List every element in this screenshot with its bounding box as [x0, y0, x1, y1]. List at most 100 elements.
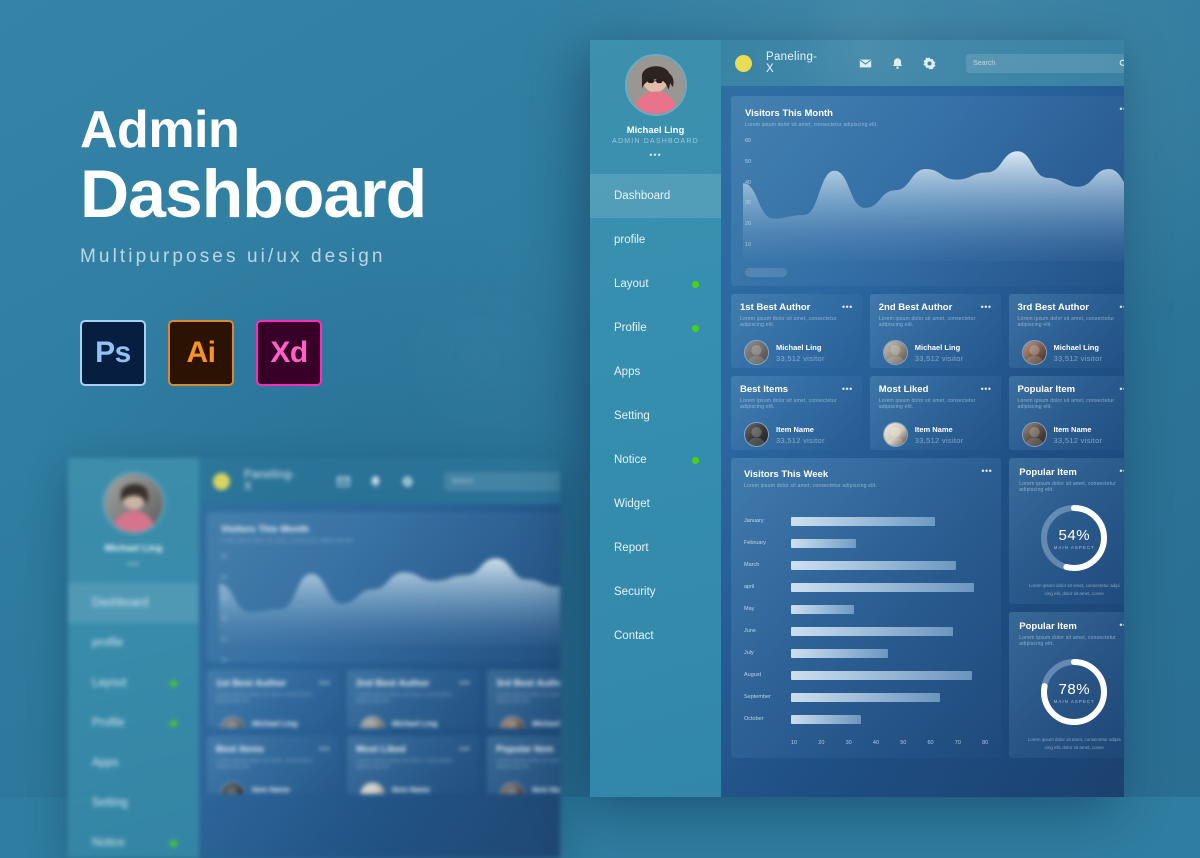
sidebar-item-dashboard[interactable]: Dashboard	[68, 583, 199, 623]
card-entity-row: Item Name33,512 visitor	[740, 422, 853, 447]
info-card[interactable]: Most Liked Lorem ipsum dolor sit amet, co…	[347, 736, 480, 794]
card-kebab-icon[interactable]: •••	[981, 302, 992, 312]
card-subtitle: Lorem ipsum dolor sit amet, consectetur …	[1017, 316, 1115, 328]
sidebar-item-label: Dashboard	[92, 597, 149, 609]
card-kebab-icon[interactable]: •••	[459, 678, 470, 688]
sidebar-item-security[interactable]: Security	[590, 570, 721, 614]
search-icon[interactable]	[1119, 59, 1124, 68]
info-card[interactable]: 3rd Best Author Lorem ipsum dolor sit ame…	[1008, 294, 1124, 368]
bar-row: August	[744, 664, 988, 686]
chart-legend-pill[interactable]	[745, 268, 787, 277]
card-title: 3rd Best Author	[496, 678, 560, 689]
mail-icon	[337, 476, 350, 486]
sidebar-item-apps[interactable]: Apps	[68, 743, 199, 783]
entity-avatar	[220, 782, 245, 794]
card-kebab-icon[interactable]: •••	[319, 678, 330, 688]
sidebar-item-dashboard[interactable]: Dashboard	[590, 174, 721, 218]
sidebar-item-setting[interactable]: Setting	[68, 783, 199, 823]
bell-icon[interactable]	[891, 57, 904, 70]
mail-icon[interactable]	[859, 57, 872, 70]
sidebar-item-label: profile	[92, 637, 124, 649]
bar-label: January	[744, 518, 764, 524]
photoshop-badge-icon: Ps	[80, 320, 146, 386]
bar-row: June	[744, 620, 988, 642]
card-subtitle: Lorem ipsum dolor sit amet, consectetur …	[740, 316, 837, 328]
card-kebab-icon[interactable]: •••	[842, 384, 853, 394]
card-subtitle: Lorem ipsum dolor sit amet, consectetur …	[356, 692, 453, 704]
visitors-month-card: Visitors This Month Lorem ipsum dolor si…	[731, 96, 1124, 286]
donut-kebab-icon[interactable]: •••	[1119, 620, 1124, 630]
bar-row: February	[744, 532, 988, 554]
sidebar-item-label: Widget	[614, 498, 650, 510]
sidebar-item-layout[interactable]: Layout	[68, 663, 199, 703]
info-card[interactable]: Popular Item Lorem ipsum dolor sit amet, …	[1008, 376, 1124, 450]
entity-name: Michael Ling	[914, 342, 961, 352]
donut-card[interactable]: Popular Item Lorem ipsum dolor sit amet, …	[1009, 612, 1124, 758]
visitors-month-kebab-icon[interactable]: •••	[1119, 104, 1124, 114]
avatar	[221, 717, 244, 728]
donut-cards: Popular Item Lorem ipsum dolor sit amet, …	[1009, 458, 1124, 758]
bg-chart-title: Visitors This Month	[221, 524, 309, 535]
entity-meta: 33,512 visitor	[914, 435, 964, 445]
card-kebab-icon[interactable]: •••	[459, 744, 470, 754]
sidebar-item-profile[interactable]: Profile	[590, 306, 721, 350]
sidebar-item-profile[interactable]: profile	[590, 218, 721, 262]
sidebar-item-widget[interactable]: Widget	[590, 482, 721, 526]
sidebar-item-setting[interactable]: Setting	[590, 394, 721, 438]
profile-options-icon[interactable]: •••	[590, 150, 721, 160]
card-entity-row: Michael Ling33,512 visitor	[496, 716, 560, 728]
info-card[interactable]: Popular Item Lorem ipsum dolor sit amet, …	[487, 736, 560, 794]
sidebar-item-contact[interactable]: Contact	[590, 614, 721, 658]
info-card[interactable]: Best Items Lorem ipsum dolor sit amet, co…	[731, 376, 862, 450]
card-subtitle: Lorem ipsum dolor sit amet, consectetur …	[496, 692, 560, 704]
bar-label: October	[744, 716, 764, 722]
bg-profile: Michael Ling •••	[68, 458, 199, 569]
profile-name: Michael Ling	[626, 125, 685, 136]
card-entity-row: Michael Ling33,512 visitor	[1018, 340, 1124, 365]
info-card[interactable]: 3rd Best Author Lorem ipsum dolor sit ame…	[487, 670, 560, 728]
card-kebab-icon[interactable]: •••	[319, 744, 330, 754]
card-kebab-icon[interactable]: •••	[1119, 302, 1124, 312]
avatar	[745, 423, 768, 446]
card-kebab-icon[interactable]: •••	[981, 384, 992, 394]
search-box[interactable]	[966, 53, 1124, 73]
sidebar-item-apps[interactable]: Apps	[590, 350, 721, 394]
entity-meta: 33,512 visitor	[776, 435, 825, 445]
visitors-week-kebab-icon[interactable]: •••	[981, 466, 992, 476]
card-entity-row: Item Name33,512 visitor	[356, 782, 470, 794]
card-kebab-icon[interactable]: •••	[1119, 384, 1124, 394]
card-subtitle: Lorem ipsum dolor sit amet, consectetur …	[740, 398, 837, 410]
sidebar-item-layout[interactable]: Layout	[590, 262, 721, 306]
sidebar-item-report[interactable]: Report	[590, 526, 721, 570]
donut-kebab-icon[interactable]: •••	[1119, 466, 1124, 476]
sidebar-item-notice[interactable]: Notice	[590, 438, 721, 482]
info-card[interactable]: Best Items Lorem ipsum dolor sit amet, co…	[207, 736, 340, 794]
hero-title-line-2: Dashboard	[80, 156, 427, 232]
bar-row: July	[744, 642, 988, 664]
card-title: Most Liked	[356, 744, 406, 755]
sidebar-item-profile[interactable]: Profile	[68, 703, 199, 743]
sidebar-item-profile[interactable]: profile	[68, 623, 199, 663]
sidebar-profile[interactable]: Michael Ling ADMIN DASHBOARD •••	[590, 40, 721, 160]
entity-name: Item Name	[1053, 424, 1092, 434]
card-entity-row: Michael Ling33,512 visitor	[356, 716, 470, 728]
sidebar-item-label: Setting	[614, 410, 650, 422]
info-card[interactable]: 2nd Best Author Lorem ipsum dolor sit ame…	[347, 670, 480, 728]
bar-fill	[791, 582, 975, 592]
info-card[interactable]: Most Liked Lorem ipsum dolor sit amet, co…	[869, 376, 1001, 450]
gear-icon[interactable]	[923, 56, 936, 70]
sidebar-item-notice[interactable]: Notice	[68, 823, 199, 858]
bar-track	[791, 538, 988, 548]
bar-track	[791, 626, 988, 636]
donut-card[interactable]: Popular Item Lorem ipsum dolor sit amet, …	[1009, 458, 1124, 604]
bar-fill	[791, 604, 854, 614]
card-kebab-icon[interactable]: •••	[842, 302, 853, 312]
info-card[interactable]: 2nd Best Author Lorem ipsum dolor sit ame…	[869, 294, 1001, 368]
info-card[interactable]: 1st Best Author Lorem ipsum dolor sit ame…	[207, 670, 340, 728]
donut-percent: 54%	[1058, 526, 1091, 544]
card-subtitle: Lorem ipsum dolor sit amet, consectetur …	[496, 758, 560, 770]
status-dot-icon	[170, 679, 177, 687]
search-input[interactable]	[973, 59, 1120, 67]
info-card[interactable]: 1st Best Author Lorem ipsum dolor sit ame…	[731, 294, 862, 368]
app-logo-icon	[735, 54, 752, 72]
